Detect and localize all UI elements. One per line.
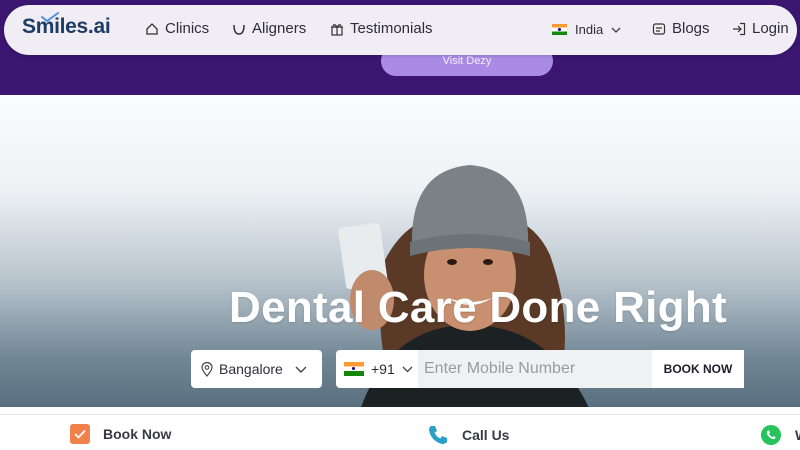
chevron-down-icon: [611, 27, 621, 33]
nav-blogs[interactable]: Blogs: [652, 20, 710, 37]
whatsapp-label: W: [795, 427, 800, 443]
country-label: India: [575, 22, 604, 37]
city-selector[interactable]: Bangalore: [191, 350, 322, 388]
navbar: Smiles.ai Clinics Aligners Testimonials …: [4, 5, 797, 55]
nav-login[interactable]: Login: [732, 20, 789, 37]
nav-clinics-label: Clinics: [165, 20, 210, 37]
nav-clinics[interactable]: Clinics: [145, 20, 209, 37]
whatsapp-action[interactable]: W: [760, 424, 800, 446]
india-flag-icon: [552, 24, 567, 35]
country-selector[interactable]: India: [552, 22, 621, 37]
hero-headline: Dental Care Done Right: [229, 283, 727, 332]
country-code-selector[interactable]: +91: [336, 350, 418, 388]
country-code-label: +91: [371, 361, 395, 377]
nav-testimonials-label: Testimonials: [350, 20, 433, 37]
location-pin-icon: [201, 361, 213, 377]
call-us-action[interactable]: Call Us: [427, 424, 509, 446]
phone-icon: [429, 426, 447, 444]
nav-login-label: Login: [752, 20, 789, 37]
book-now-action[interactable]: Book Now: [70, 424, 171, 444]
call-us-label: Call Us: [462, 427, 510, 443]
login-icon: [733, 22, 746, 35]
nav-aligners[interactable]: Aligners: [232, 20, 306, 37]
home-icon: [146, 22, 158, 35]
calendar-check-icon: [70, 424, 90, 444]
city-label: Bangalore: [219, 361, 283, 377]
chevron-down-icon: [295, 366, 307, 373]
phone-form: +91 BOOK NOW: [336, 350, 744, 388]
aligner-icon: [233, 24, 245, 35]
book-now-label: Book Now: [103, 426, 172, 442]
nav-aligners-label: Aligners: [252, 20, 307, 37]
chevron-down-icon: [402, 366, 413, 372]
bottom-action-bar: Book Now Call Us W: [0, 414, 800, 450]
nav-testimonials[interactable]: Testimonials: [330, 20, 433, 37]
book-now-button[interactable]: BOOK NOW: [652, 350, 744, 388]
blog-icon: [652, 22, 666, 35]
brand-logo[interactable]: Smiles.ai: [22, 15, 111, 39]
whatsapp-icon: [761, 425, 781, 445]
nav-blogs-label: Blogs: [672, 20, 710, 37]
gift-icon: [331, 23, 343, 36]
india-flag-icon: [344, 362, 364, 376]
mobile-number-input[interactable]: [418, 350, 652, 388]
